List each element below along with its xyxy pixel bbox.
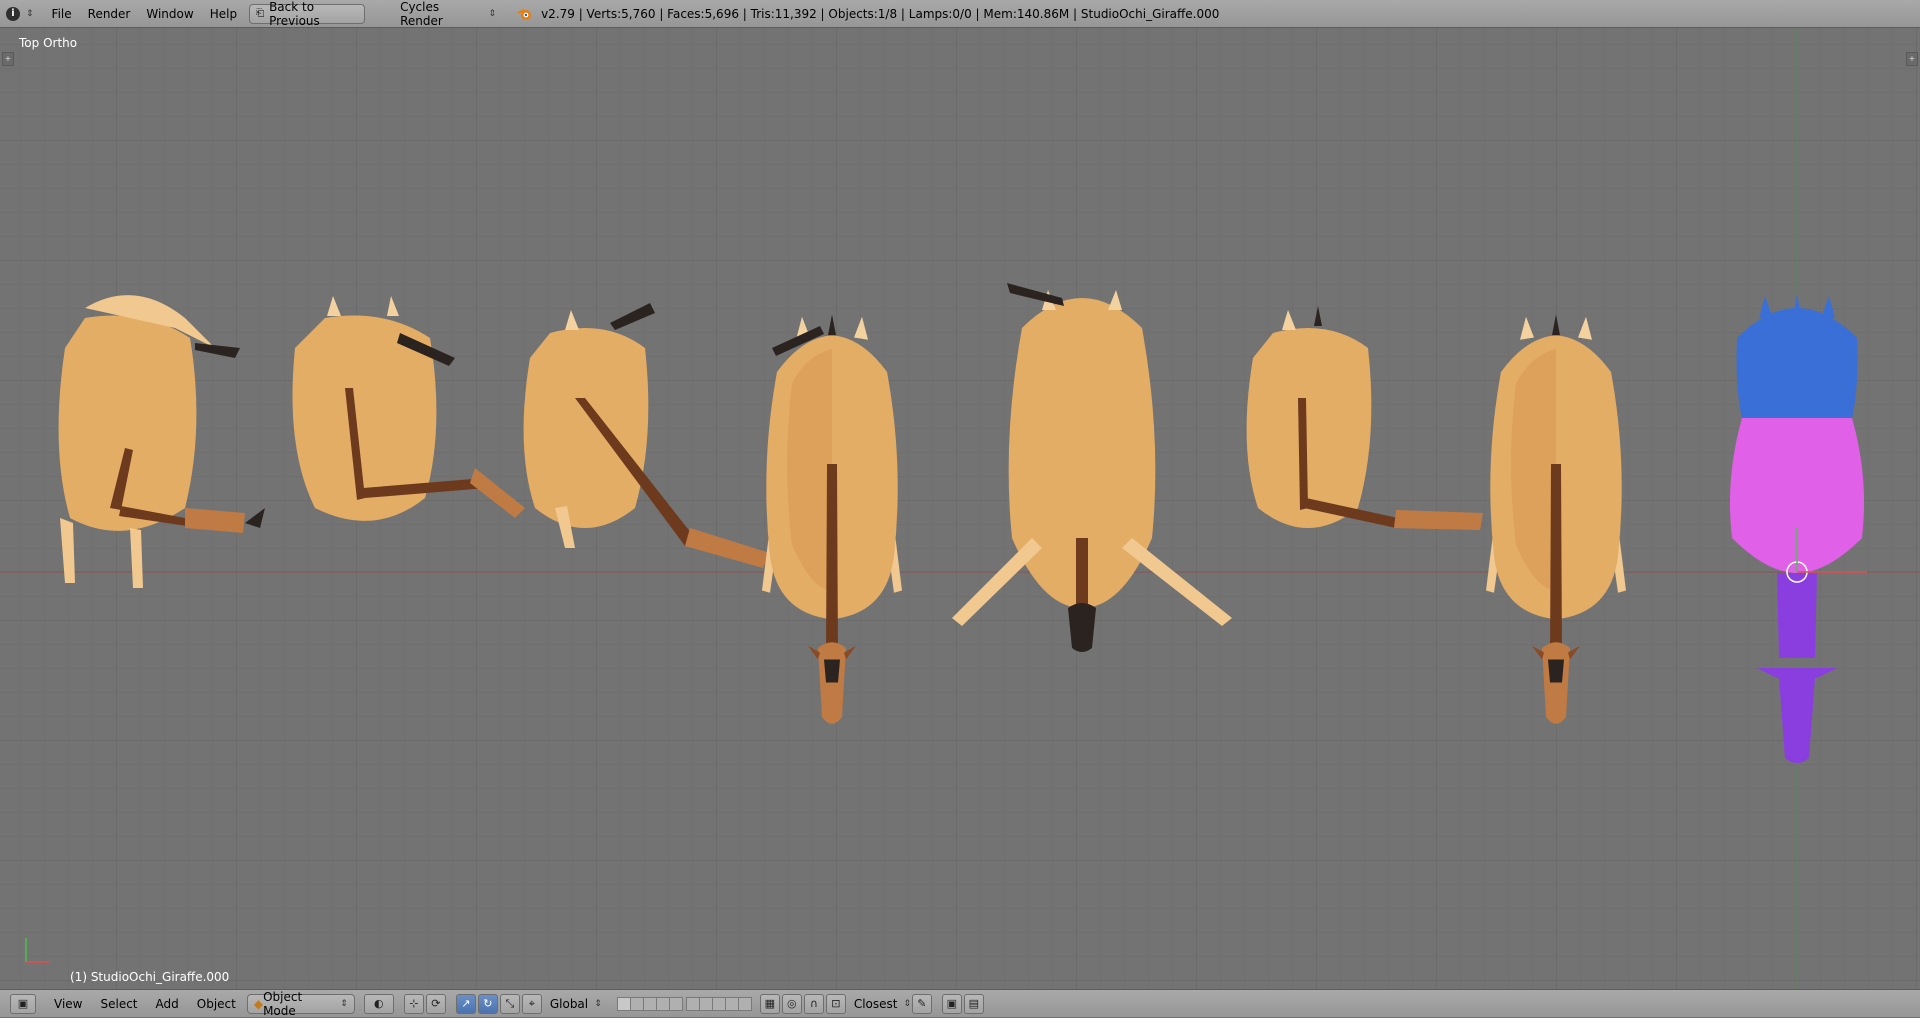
editor-type-button[interactable]: i ⇕ [0, 3, 38, 25]
giraffe-model-8-weights [1729, 294, 1867, 763]
lock-layers-button[interactable]: ▦ [759, 993, 780, 1014]
info-icon: i [6, 6, 20, 21]
menu-help[interactable]: Help [202, 3, 245, 25]
layer-9-button[interactable] [724, 996, 739, 1011]
chevron-updown-icon: ⇕ [903, 998, 912, 1009]
snap-element-button[interactable]: ⊡ [825, 993, 846, 1014]
proportional-edit-button[interactable]: ◎ [781, 993, 802, 1014]
editor-type-button[interactable]: ▣ [10, 993, 36, 1014]
giraffe-model-7 [1486, 314, 1626, 724]
transform-orientation-icon-button[interactable]: ⌖ [521, 993, 542, 1014]
mode-select[interactable]: ◆ Object Mode ⇕ [246, 990, 355, 1018]
blender-logo-icon [513, 3, 537, 25]
layer-8-button[interactable] [711, 996, 726, 1011]
render-engine-select[interactable]: Cycles Render ⇕ [393, 0, 503, 28]
chevron-updown-icon: ⇕ [340, 998, 348, 1009]
layer-4-button[interactable] [655, 996, 670, 1011]
clapper-icon: ▤ [968, 997, 980, 1010]
proportional-icon: ◎ [787, 997, 797, 1010]
translate-arrows-icon: ↗ [461, 997, 471, 1010]
transform-orientation-select[interactable]: Global ⇕ [543, 994, 609, 1014]
snap-toggle-button[interactable]: ∩ [803, 993, 824, 1014]
layer-6-button[interactable] [685, 996, 700, 1011]
layer-1-button[interactable] [616, 996, 631, 1011]
scene-statistics: v2.79 | Verts:5,760 | Faces:5,696 | Tris… [541, 6, 1220, 21]
menu-render[interactable]: Render [80, 3, 139, 25]
cube-icon: ▣ [17, 997, 29, 1010]
pivot-point-button[interactable]: ⊹ [403, 993, 424, 1014]
rotate-icon: ↻ [483, 997, 493, 1010]
orientation-icon: ⌖ [528, 996, 535, 1010]
camera-icon: ▣ [946, 997, 958, 1010]
menu-add[interactable]: Add [147, 997, 188, 1011]
giraffe-model-2 [292, 296, 525, 521]
magnet-icon: ∩ [809, 997, 818, 1010]
mode-value: Object Mode [263, 989, 303, 1018]
axis-gizmo-icon [25, 938, 50, 963]
menu-select[interactable]: Select [91, 997, 146, 1011]
object-mode-icon: ◆ [253, 996, 264, 1011]
layer-buttons [616, 996, 752, 1011]
snap-target-value: Closest [853, 996, 898, 1011]
rotate-manipulator-button[interactable]: ↻ [477, 993, 498, 1014]
layer-5-button[interactable] [668, 996, 683, 1011]
shading-sphere-icon: ◐ [374, 997, 384, 1010]
chevron-updown-icon: ⇕ [26, 8, 34, 19]
giraffe-model-5 [952, 283, 1232, 652]
giraffe-model-6 [1246, 306, 1483, 530]
opengl-render-image-button[interactable]: ▣ [941, 993, 962, 1014]
snap-target-select[interactable]: Closest ⇕ [847, 994, 911, 1014]
orientation-value: Global [549, 996, 589, 1011]
render-engine-value: Cycles Render [400, 0, 443, 28]
layer-7-button[interactable] [698, 996, 713, 1011]
pivot-icon: ⊹ [409, 997, 419, 1010]
viewport-header: ▣ View Select Add Object ◆ Object Mode ⇕… [0, 989, 1920, 1018]
menu-file[interactable]: File [44, 3, 80, 25]
align-icon: ✎ [917, 997, 927, 1010]
lock-icon: ▦ [764, 997, 776, 1010]
manipulator-icon: ⟳ [431, 997, 441, 1010]
back-icon: ⎗ [256, 8, 265, 19]
3d-viewport[interactable]: Top Ortho + + (1) StudioOchi_Giraffe.000 [0, 28, 1920, 989]
menu-window[interactable]: Window [138, 3, 201, 25]
layer-10-button[interactable] [737, 996, 752, 1011]
scene-render [0, 28, 1920, 989]
menu-view[interactable]: View [45, 997, 91, 1011]
snap-element-icon: ⊡ [831, 997, 841, 1010]
translate-manipulator-button[interactable]: ↗ [455, 993, 476, 1014]
chevron-updown-icon: ⇕ [488, 8, 497, 19]
opengl-render-animation-button[interactable]: ▤ [963, 993, 984, 1014]
info-header: i ⇕ File Render Window Help ⎗ Back to Pr… [0, 0, 1920, 28]
manipulator-toggle-button[interactable]: ⟳ [425, 993, 446, 1014]
back-to-previous-button[interactable]: ⎗ Back to Previous [249, 0, 366, 28]
scale-icon: ⤡ [505, 996, 515, 1010]
snap-align-button[interactable]: ✎ [911, 993, 932, 1014]
giraffe-model-4 [762, 314, 902, 724]
giraffe-model-1 [58, 295, 265, 588]
viewport-shading-button[interactable]: ◐ [363, 993, 394, 1014]
layer-2-button[interactable] [629, 996, 644, 1011]
layer-3-button[interactable] [642, 996, 657, 1011]
menu-object[interactable]: Object [188, 997, 245, 1011]
chevron-updown-icon: ⇕ [594, 998, 602, 1009]
giraffe-model-3 [523, 303, 770, 568]
active-object-label: (1) StudioOchi_Giraffe.000 [70, 970, 230, 984]
back-to-previous-label: Back to Previous [269, 0, 320, 28]
scale-manipulator-button[interactable]: ⤡ [499, 993, 520, 1014]
